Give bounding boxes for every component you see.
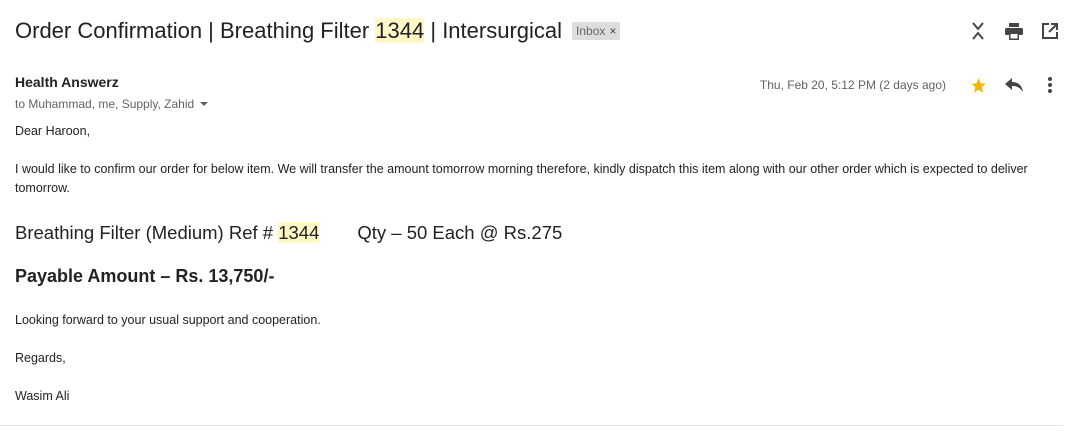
signature: Wasim Ali bbox=[15, 389, 70, 403]
regards: Regards, bbox=[15, 351, 66, 365]
more-options-icon[interactable] bbox=[1032, 70, 1068, 100]
sender-name: Health Answerz bbox=[15, 74, 119, 90]
open-in-new-window-icon[interactable] bbox=[1032, 16, 1068, 46]
recipients-text: to Muhammad, me, Supply, Zahid bbox=[15, 97, 195, 111]
message-body: Dear Haroon, I would like to confirm our… bbox=[15, 122, 1045, 406]
ref-highlight: 1344 bbox=[278, 222, 320, 243]
subject-text-end: | Intersurgical bbox=[424, 18, 563, 43]
greeting: Dear Haroon, bbox=[15, 124, 91, 138]
close-icon[interactable]: × bbox=[609, 24, 616, 38]
reply-icon[interactable] bbox=[996, 70, 1032, 100]
chevron-down-icon[interactable] bbox=[198, 99, 210, 109]
inbox-label-text: Inbox bbox=[576, 24, 606, 38]
message-date: Thu, Feb 20, 5:12 PM (2 days ago) bbox=[759, 78, 946, 92]
payable-amount: Payable Amount – Rs. 13,750/- bbox=[15, 266, 275, 286]
paragraph-1: I would like to confirm our order for be… bbox=[15, 162, 1028, 195]
recipients-line[interactable]: to Muhammad, me, Supply, Zahid bbox=[15, 97, 210, 111]
message-meta: Thu, Feb 20, 5:12 PM (2 days ago) bbox=[760, 70, 1068, 100]
subject-highlight: 1344 bbox=[375, 18, 425, 43]
subject-text-start: Order Confirmation | Breathing Filter bbox=[15, 18, 376, 43]
inbox-label-chip[interactable]: Inbox × bbox=[572, 22, 621, 40]
qty-text: Qty – 50 Each @ Rs.275 bbox=[357, 222, 563, 243]
print-icon[interactable] bbox=[996, 16, 1032, 46]
subject-row: Order Confirmation | Breathing Filter 13… bbox=[15, 14, 1068, 48]
order-ref-line: Breathing Filter (Medium) Ref # 1344 Qty … bbox=[15, 222, 1045, 244]
star-icon[interactable] bbox=[960, 70, 996, 100]
closing-line: Looking forward to your usual support an… bbox=[15, 313, 321, 327]
divider bbox=[0, 425, 1063, 426]
email-subject: Order Confirmation | Breathing Filter 13… bbox=[15, 18, 562, 44]
collapse-all-icon[interactable] bbox=[960, 16, 996, 46]
thread-actions bbox=[960, 16, 1068, 46]
ref-text: Breathing Filter (Medium) Ref # bbox=[15, 222, 279, 243]
sender-block: Health Answerz to Muhammad, me, Supply, … bbox=[15, 74, 210, 111]
